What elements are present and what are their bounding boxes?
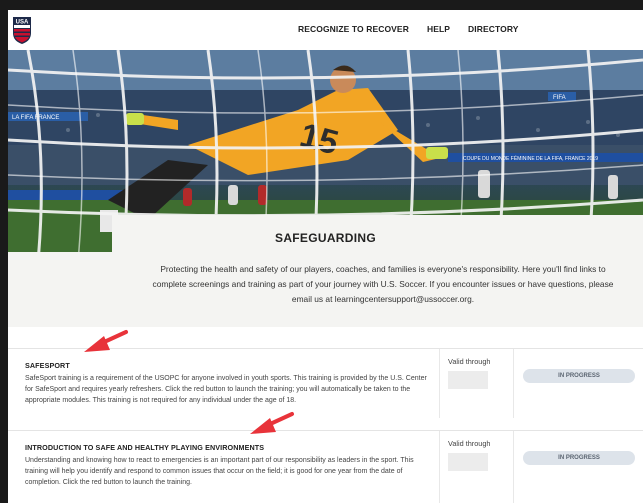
page-frame: USA RECOGNIZE TO RECOVER HELP DIRECTORY … xyxy=(0,0,643,503)
svg-text:COUPE DU MONDE FÉMININE DE LA: COUPE DU MONDE FÉMININE DE LA FIFA, FRAN… xyxy=(463,155,598,162)
ussf-logo[interactable]: USA xyxy=(12,15,32,45)
valid-through-label: Valid through xyxy=(448,357,491,366)
column-divider xyxy=(513,349,514,418)
training-title: INTRODUCTION TO SAFE AND HEALTHY PLAYING… xyxy=(25,443,265,452)
column-divider xyxy=(439,349,440,418)
nav-links: RECOGNIZE TO RECOVER HELP DIRECTORY xyxy=(298,24,519,34)
column-divider xyxy=(439,431,440,503)
nav-link-directory[interactable]: DIRECTORY xyxy=(468,24,519,34)
training-description: SafeSport training is a requirement of t… xyxy=(25,375,427,404)
column-divider xyxy=(513,431,514,503)
training-title: SAFESPORT xyxy=(25,361,70,370)
annotation-arrow-icon xyxy=(84,330,128,352)
training-row-safe-healthy-environments: INTRODUCTION TO SAFE AND HEALTHY PLAYING… xyxy=(8,430,643,503)
page-title: SAFEGUARDING xyxy=(275,231,376,245)
valid-through-date-redacted xyxy=(448,453,488,471)
intro-section: Protecting the health and safety of our … xyxy=(8,252,643,327)
ussf-crest-icon: USA xyxy=(13,17,31,44)
status-in-progress-button[interactable]: IN PROGRESS xyxy=(523,451,635,465)
training-row-safesport: SAFESPORT SafeSport training is a requir… xyxy=(8,348,643,418)
top-nav: USA RECOGNIZE TO RECOVER HELP DIRECTORY xyxy=(8,10,643,50)
nav-link-recognize-to-recover[interactable]: RECOGNIZE TO RECOVER xyxy=(298,24,409,34)
valid-through-label: Valid through xyxy=(448,439,491,448)
training-description: Understanding and knowing how to react t… xyxy=(25,457,414,486)
status-in-progress-button[interactable]: IN PROGRESS xyxy=(523,369,635,383)
valid-through-date-redacted xyxy=(448,371,488,389)
svg-text:LA FIFA FRANCE: LA FIFA FRANCE xyxy=(12,115,59,121)
annotation-arrow-icon xyxy=(250,412,294,434)
svg-text:USA: USA xyxy=(16,20,29,26)
nav-link-help[interactable]: HELP xyxy=(427,24,450,34)
svg-text:FIFA: FIFA xyxy=(553,95,566,101)
intro-text: Protecting the health and safety of our … xyxy=(152,264,614,304)
